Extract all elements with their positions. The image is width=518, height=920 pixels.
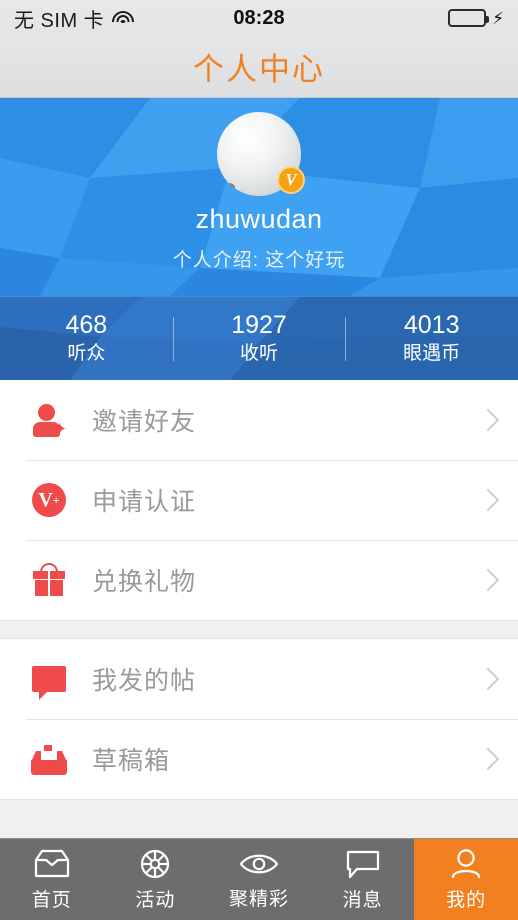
bottom-tab-bar: 首页 活动 聚精彩 消息 我的 bbox=[0, 838, 518, 920]
verified-badge-icon: V bbox=[277, 166, 305, 194]
message-bubble-icon bbox=[346, 850, 379, 878]
username-label: zhuwudan bbox=[195, 204, 323, 234]
menu-group-primary: ✦ 邀请好友 V + 申请认证 兑换礼物 bbox=[0, 380, 518, 620]
profile-header: V zhuwudan 个人介绍: 这个好玩 bbox=[0, 98, 518, 296]
activity-wheel-icon bbox=[141, 849, 170, 878]
tab-label: 活动 bbox=[135, 889, 176, 911]
chevron-right-icon bbox=[476, 667, 500, 691]
menu-item-label: 申请认证 bbox=[92, 488, 197, 516]
stat-value: 4013 bbox=[403, 310, 460, 339]
tab-label: 我的 bbox=[446, 889, 487, 911]
menu-item-label: 邀请好友 bbox=[92, 408, 197, 436]
tab-profile[interactable]: 我的 bbox=[414, 839, 518, 920]
chevron-right-icon bbox=[476, 747, 500, 771]
menu-item-apply-verification[interactable]: V + 申请认证 bbox=[0, 460, 518, 540]
stat-item-followers[interactable]: 468 听众 bbox=[0, 311, 173, 366]
tab-messages[interactable]: 消息 bbox=[311, 839, 415, 920]
drafts-tray-icon bbox=[26, 743, 72, 775]
page-title: 个人中心 bbox=[193, 52, 325, 87]
battery-icon bbox=[448, 9, 490, 27]
status-bar: 无 SIM 卡 08:28 ⚡ bbox=[0, 0, 518, 36]
chevron-right-icon bbox=[476, 488, 500, 512]
tab-highlights[interactable]: 聚精彩 bbox=[207, 839, 311, 920]
home-inbox-icon bbox=[34, 849, 69, 877]
bio-label: 个人介绍: 这个好玩 bbox=[172, 250, 346, 271]
stat-item-following[interactable]: 1927 收听 bbox=[173, 311, 346, 366]
menu-group-secondary: 我发的帖 草稿箱 bbox=[0, 639, 518, 799]
tab-home[interactable]: 首页 bbox=[0, 839, 104, 920]
person-add-icon: ✦ bbox=[26, 403, 72, 438]
clock-label: 08:28 bbox=[233, 6, 285, 29]
menu-item-redeem-gift[interactable]: 兑换礼物 bbox=[0, 540, 518, 620]
avatar-wrapper[interactable]: V bbox=[217, 112, 305, 196]
tab-label: 聚精彩 bbox=[228, 888, 289, 910]
app-screen: 无 SIM 卡 08:28 ⚡ 个人中心 V zhuwudan 个人介绍: 这个… bbox=[0, 0, 518, 920]
stat-item-coins[interactable]: 4013 眼遇币 bbox=[345, 311, 518, 366]
chat-bubble-icon bbox=[26, 666, 72, 700]
menu-item-drafts[interactable]: 草稿箱 bbox=[0, 719, 518, 799]
menu-item-my-posts[interactable]: 我发的帖 bbox=[0, 639, 518, 719]
stat-value: 468 bbox=[65, 310, 108, 339]
gift-icon bbox=[26, 563, 72, 597]
stats-bar: 468 听众 1927 收听 4013 眼遇币 bbox=[0, 296, 518, 380]
eye-icon bbox=[239, 854, 279, 873]
profile-content: V zhuwudan 个人介绍: 这个好玩 bbox=[0, 98, 518, 272]
menu-item-label: 草稿箱 bbox=[92, 747, 171, 775]
group-separator bbox=[0, 620, 518, 639]
menu-item-label: 我发的帖 bbox=[92, 667, 197, 695]
verify-v-icon: V + bbox=[26, 483, 72, 517]
chevron-right-icon bbox=[476, 408, 500, 432]
stat-value: 1927 bbox=[231, 310, 287, 339]
menu-item-label: 兑换礼物 bbox=[92, 568, 197, 596]
menu-item-invite-friends[interactable]: ✦ 邀请好友 bbox=[0, 380, 518, 460]
stat-label: 听众 bbox=[67, 342, 106, 364]
person-icon bbox=[452, 848, 481, 878]
stat-label: 收听 bbox=[240, 342, 279, 364]
navigation-bar: 个人中心 bbox=[0, 36, 518, 98]
tab-label: 首页 bbox=[31, 889, 72, 911]
tab-label: 消息 bbox=[342, 889, 383, 911]
stat-label: 眼遇币 bbox=[403, 342, 461, 364]
chevron-right-icon bbox=[476, 568, 500, 592]
page-filler bbox=[0, 799, 518, 838]
tab-activity[interactable]: 活动 bbox=[104, 839, 208, 920]
